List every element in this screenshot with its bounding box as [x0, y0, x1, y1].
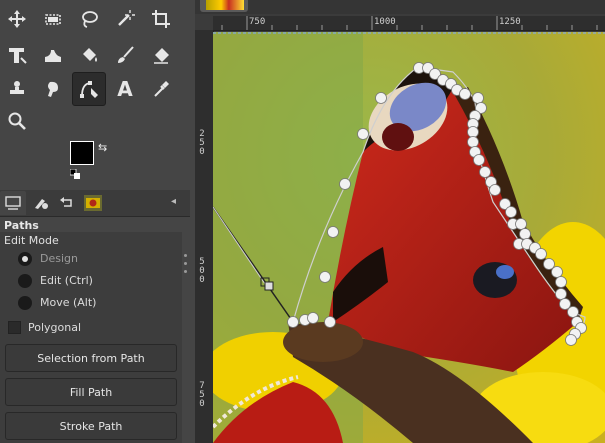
ruler-label-750: 750	[249, 17, 266, 27]
tab-undo-history[interactable]	[54, 191, 80, 215]
tab-images[interactable]	[80, 191, 106, 215]
vertical-ruler[interactable]: 2 5 0 5 0 0 7 5 0	[195, 30, 214, 443]
image-tab-strip	[195, 0, 605, 14]
zoom-tool[interactable]	[0, 104, 34, 138]
move-radio[interactable]	[18, 296, 32, 310]
toolbox: A ⇆ ◂ Paths Edit Mode Design Edit (Ctrl)…	[0, 0, 195, 443]
dock-tab-bar: ◂	[0, 190, 190, 217]
lasso-icon	[82, 11, 98, 28]
image-thumbnail-icon	[84, 195, 102, 211]
edit-mode-label: Edit Mode	[4, 234, 59, 247]
clone-icon	[10, 81, 24, 94]
transform-tool[interactable]	[0, 38, 34, 72]
eraser-tool[interactable]	[144, 38, 178, 72]
selection-from-path-button[interactable]: Selection from Path	[5, 344, 177, 372]
color-picker-tool[interactable]	[144, 72, 178, 106]
ruler-label-1000: 1000	[374, 17, 396, 27]
device-status-icon	[35, 199, 48, 209]
paths-tool[interactable]	[72, 72, 106, 106]
polygonal-label: Polygonal	[28, 321, 82, 334]
paintbrush-icon	[118, 46, 134, 63]
warp-tool[interactable]	[36, 38, 70, 72]
bucket-icon	[83, 48, 97, 62]
move-tool[interactable]	[0, 2, 34, 36]
magic-wand-icon	[118, 10, 135, 26]
crop-tool[interactable]	[144, 2, 178, 36]
design-radio[interactable]	[18, 252, 32, 266]
undo-history-icon	[60, 197, 72, 207]
image-tab-thumbnail	[206, 0, 244, 10]
zoom-icon	[8, 112, 26, 130]
fuzzy-select-tool[interactable]	[108, 2, 142, 36]
paintbrush-tool[interactable]	[108, 38, 142, 72]
eraser-icon	[154, 48, 169, 64]
tab-device-status[interactable]	[28, 191, 54, 215]
warp-icon	[45, 50, 61, 62]
tab-tool-options[interactable]	[0, 191, 26, 215]
panel-title: Paths	[4, 219, 39, 232]
butterfly-photo	[213, 32, 605, 443]
color-picker-icon	[154, 81, 169, 97]
horizontal-ruler-ticks	[221, 16, 598, 30]
transform-icon	[9, 48, 27, 64]
swap-colors-icon[interactable]: ⇆	[98, 141, 107, 154]
color-area: ⇆	[70, 141, 112, 181]
reset-colors-icon[interactable]	[70, 169, 80, 179]
tool-options-icon	[5, 196, 21, 210]
text-tool[interactable]: A	[108, 72, 142, 106]
smudge-tool[interactable]	[36, 72, 70, 106]
rect-select-icon	[45, 14, 61, 25]
horizontal-ruler[interactable]: 750 1000 1250	[213, 16, 605, 31]
vruler-digit: 0	[199, 275, 205, 285]
free-select-tool[interactable]	[72, 2, 106, 36]
stroke-path-button[interactable]: Stroke Path	[5, 412, 177, 440]
bucket-fill-tool[interactable]	[72, 38, 106, 72]
ruler-label-1250: 1250	[499, 17, 521, 27]
crop-icon	[152, 10, 170, 28]
vruler-digit: 0	[199, 399, 205, 409]
panel-resize-handle[interactable]	[184, 252, 188, 276]
image-tab[interactable]	[200, 0, 248, 12]
clone-tool[interactable]	[0, 72, 34, 106]
vruler-digit: 0	[199, 147, 205, 157]
rect-select-tool[interactable]	[36, 2, 70, 36]
fill-path-button[interactable]: Fill Path	[5, 378, 177, 406]
polygonal-checkbox[interactable]	[8, 321, 21, 334]
foreground-color-swatch[interactable]	[70, 141, 94, 165]
text-icon: A	[117, 77, 133, 101]
edit-label: Edit (Ctrl)	[40, 274, 93, 287]
edit-radio[interactable]	[18, 274, 32, 288]
dock-menu-icon[interactable]: ◂	[171, 196, 176, 207]
move-icon	[8, 10, 26, 28]
image-window: 750 1000 1250 2 5 0 5 0 0 7 5 0	[195, 0, 605, 443]
smudge-icon	[48, 81, 58, 97]
move-label: Move (Alt)	[40, 296, 97, 309]
design-label: Design	[40, 252, 78, 265]
paths-icon	[80, 81, 98, 98]
image-canvas[interactable]	[213, 32, 605, 443]
